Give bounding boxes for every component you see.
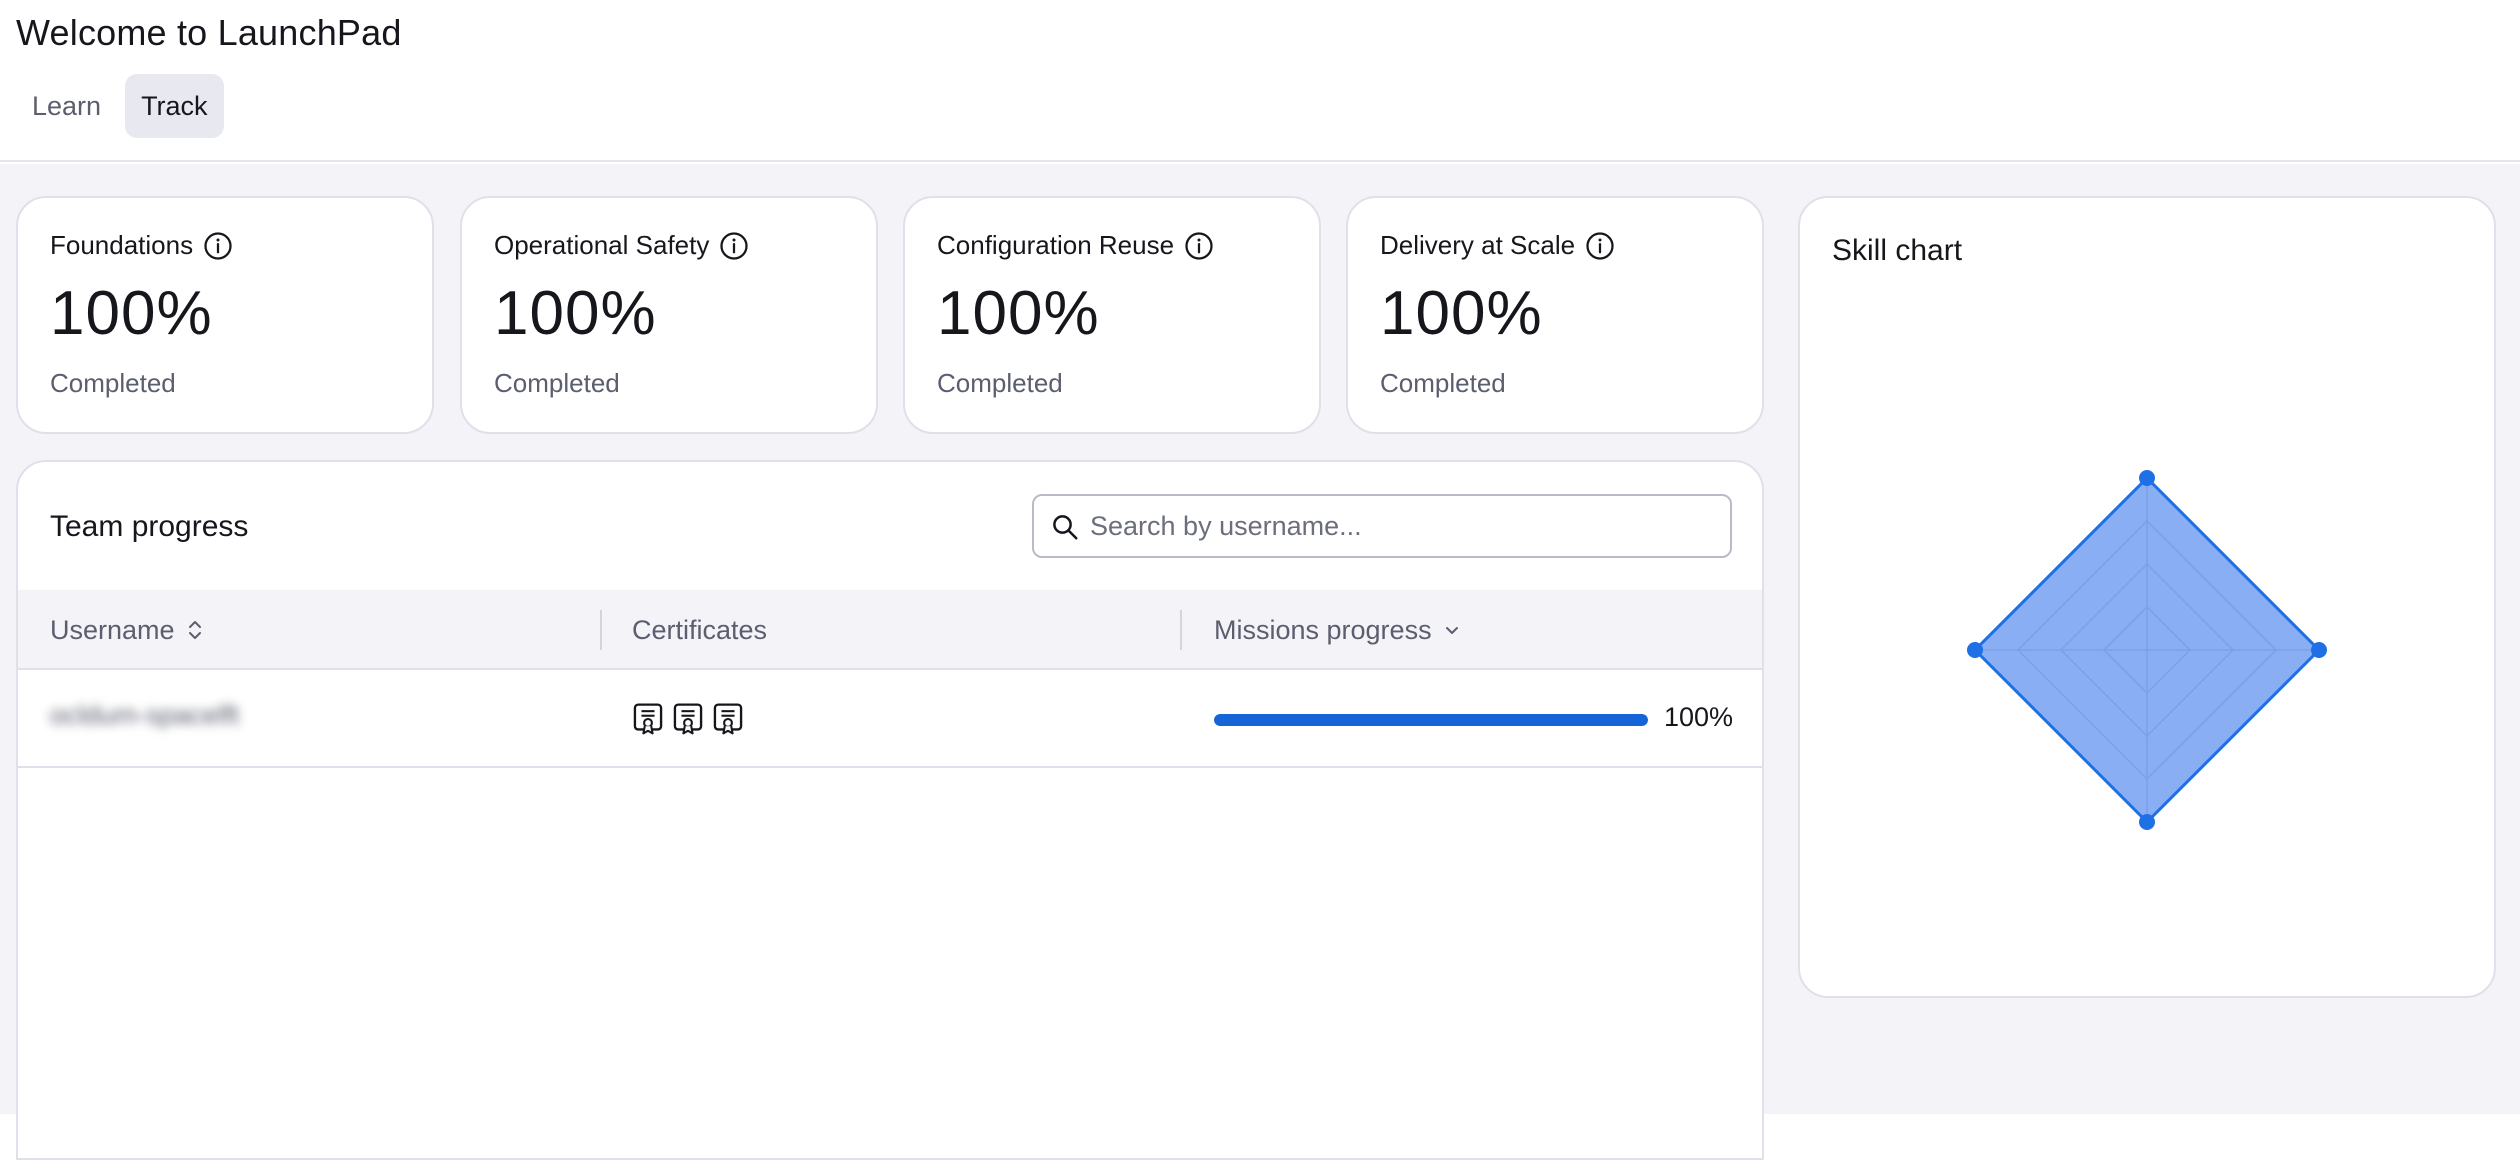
stat-title: Operational Safety <box>494 230 749 261</box>
certificate-icon[interactable] <box>672 702 704 736</box>
stat-value: 100% <box>494 279 657 348</box>
stat-title: Configuration Reuse <box>937 230 1214 261</box>
mission-progress-text: 100% <box>1664 702 1734 732</box>
stat-label: Completed <box>1380 368 1506 398</box>
app-header: Welcome to LaunchPad Learn Track <box>0 0 2520 162</box>
main-content: Foundations 100% Completed Operational S… <box>0 164 2520 1160</box>
search-box <box>1032 494 1732 558</box>
team-progress-panel: Team progress Username Certificates Miss… <box>16 460 1764 1160</box>
stat-label: Completed <box>494 368 620 398</box>
stat-card-delivery-at-scale: Delivery at Scale 100% Completed <box>1346 196 1764 434</box>
stat-title: Delivery at Scale <box>1380 230 1615 261</box>
column-divider <box>600 610 602 650</box>
stat-title-text: Foundations <box>50 230 194 260</box>
info-icon[interactable] <box>1585 231 1615 261</box>
stat-value: 100% <box>50 279 213 348</box>
column-header-certificates: Certificates <box>632 590 767 670</box>
radar-data-area <box>1972 475 2322 825</box>
stat-value: 100% <box>1380 279 1543 348</box>
info-icon[interactable] <box>719 231 749 261</box>
stat-value: 100% <box>937 279 1100 348</box>
stat-title-text: Delivery at Scale <box>1380 230 1576 260</box>
search-input[interactable] <box>1090 510 1710 542</box>
table-row[interactable]: ocldum-spacelft 100% <box>18 670 1762 768</box>
stat-card-configuration-reuse: Configuration Reuse 100% Completed <box>903 196 1321 434</box>
info-icon[interactable] <box>203 231 233 261</box>
radar-data-point[interactable] <box>2139 814 2155 830</box>
radar-data-point[interactable] <box>2139 470 2155 486</box>
radar-data-point[interactable] <box>1967 642 1983 658</box>
team-progress-title: Team progress <box>50 510 249 543</box>
column-label: Username <box>50 614 175 645</box>
tab-learn[interactable]: Learn <box>16 74 117 138</box>
certificates-cell <box>632 702 744 736</box>
chevron-down-icon[interactable] <box>1442 620 1462 640</box>
stat-card-operational-safety: Operational Safety 100% Completed <box>460 196 878 434</box>
stat-title: Foundations <box>50 230 233 261</box>
skill-chart-card: Skill chart <box>1798 196 2496 998</box>
tab-track[interactable]: Track <box>125 74 224 138</box>
stat-card-foundations: Foundations 100% Completed <box>16 196 434 434</box>
stat-title-text: Configuration Reuse <box>937 230 1175 260</box>
mission-progress-fill <box>1214 714 1648 726</box>
column-label: Missions progress <box>1214 614 1432 645</box>
column-header-username[interactable]: Username <box>50 590 205 670</box>
table-header: Username Certificates Missions progress <box>18 590 1762 670</box>
stat-label: Completed <box>937 368 1063 398</box>
column-header-missions-progress[interactable]: Missions progress <box>1214 590 1462 670</box>
column-divider <box>1180 610 1182 650</box>
search-icon <box>1053 515 1078 540</box>
tab-bar: Learn Track <box>16 74 224 138</box>
username-cell: ocldum-spacelft <box>50 700 240 730</box>
sort-icon[interactable] <box>185 618 205 642</box>
stat-label: Completed <box>50 368 176 398</box>
certificate-icon[interactable] <box>712 702 744 736</box>
radar-data-point[interactable] <box>2311 642 2327 658</box>
column-label: Certificates <box>632 614 768 645</box>
certificate-icon[interactable] <box>632 702 664 736</box>
mission-progress-bar <box>1214 714 1648 726</box>
stat-title-text: Operational Safety <box>494 230 710 260</box>
page-title: Welcome to LaunchPad <box>16 12 402 53</box>
info-icon[interactable] <box>1184 231 1214 261</box>
skill-radar-chart <box>1967 470 2327 830</box>
